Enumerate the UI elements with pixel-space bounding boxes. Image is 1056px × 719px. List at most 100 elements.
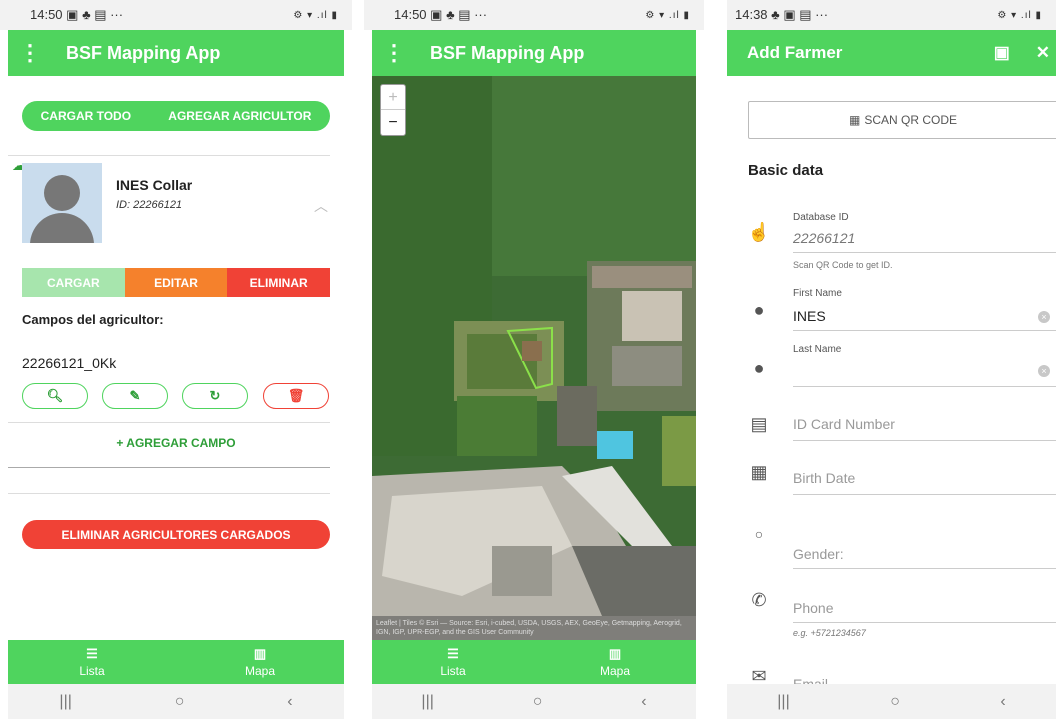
delete-loaded-farmers-button[interactable]: ELIMINAR AGRICULTORES CARGADOS: [22, 520, 330, 549]
scan-qr-label: SCAN QR CODE: [864, 113, 958, 127]
field-placeholder: ID Card Number: [793, 416, 895, 432]
edit-button[interactable]: EDITAR: [124, 268, 228, 297]
home-icon[interactable]: ○: [533, 693, 543, 711]
field-underline: [793, 440, 1056, 441]
status-icons-right: ⚙ ▾ .ıl ▮: [293, 9, 338, 21]
nav-label: Lista: [79, 664, 105, 678]
database-id-value: 22266121: [793, 230, 856, 246]
field-placeholder: Phone: [793, 600, 834, 616]
add-farmer-button[interactable]: AGREGAR AGRICULTOR: [168, 109, 311, 123]
clear-icon[interactable]: ×: [1038, 365, 1050, 377]
status-bar: 14:50 ▣ ♣ ▤ ··· ⚙ ▾ .ıl ▮: [0, 0, 352, 30]
back-icon[interactable]: ‹: [287, 693, 292, 711]
search-icon: 🔍︎: [46, 388, 64, 403]
screen-map: 14:50 ▣ ♣ ▤ ··· ⚙ ▾ .ıl ▮ ⋮ BSF Mapping …: [364, 0, 704, 719]
menu-icon[interactable]: ⋮: [372, 40, 416, 66]
section-heading: Basic data: [748, 162, 824, 179]
back-icon[interactable]: ‹: [641, 693, 646, 711]
home-icon[interactable]: ○: [890, 693, 900, 711]
nav-list-tab[interactable]: ☰ Lista: [8, 640, 176, 684]
fingerprint-icon: ☝: [747, 222, 771, 242]
status-icons-right: ⚙ ▾ .ıl ▮: [997, 9, 1042, 21]
field-underline: [793, 622, 1056, 623]
status-icons-right: ⚙ ▾ .ıl ▮: [645, 9, 690, 21]
home-icon[interactable]: ○: [175, 693, 185, 711]
farmer-id: ID: 22266121: [116, 199, 183, 211]
nav-map-tab[interactable]: ▥ Mapa: [176, 640, 344, 684]
map-attribution: Leaflet | Tiles © Esri — Source: Esri, i…: [372, 616, 696, 640]
view-field-button[interactable]: 🔍︎: [22, 383, 88, 409]
screen-add-farmer: 14:38 ♣ ▣ ▤ ··· ⚙ ▾ .ıl ▮ Add Farmer ▣ ✕…: [727, 0, 1056, 719]
field-placeholder: Gender:: [793, 546, 844, 562]
app-title: BSF Mapping App: [66, 42, 221, 63]
zoom-control: + −: [380, 84, 406, 136]
gender-icon: ○: [754, 526, 764, 542]
field-label: Last Name: [793, 344, 842, 355]
field-underline: [793, 494, 1056, 495]
divider: [8, 467, 330, 468]
person-icon: ●: [753, 358, 765, 378]
top-button-group: CARGAR TODO AGREGAR AGRICULTOR: [22, 101, 330, 131]
farmer-name: INES Collar: [116, 177, 193, 193]
status-icons-left: ▣ ♣ ▤ ···: [430, 7, 488, 22]
divider: [8, 493, 330, 494]
avatar: [22, 163, 102, 243]
map-imagery: [372, 76, 696, 640]
avatar-body: [30, 213, 94, 243]
refresh-field-button[interactable]: ↻: [182, 383, 248, 409]
status-icons-left: ▣ ♣ ▤ ···: [66, 7, 124, 22]
id-card-icon: ▤: [750, 414, 768, 434]
trash-icon: 🗑︎: [287, 388, 305, 403]
status-bar: 14:50 ▣ ♣ ▤ ··· ⚙ ▾ .ıl ▮: [364, 0, 704, 30]
field-underline: [793, 252, 1056, 253]
recents-icon[interactable]: |||: [777, 693, 789, 711]
list-icon: ☰: [86, 646, 98, 661]
system-nav-bar: ||| ○ ‹: [727, 684, 1056, 719]
satellite-map[interactable]: + − Leaflet | Tiles © Esri — Source: Esr…: [372, 76, 696, 640]
add-field-button[interactable]: + AGREGAR CAMPO: [0, 436, 352, 450]
field-hint: Scan QR Code to get ID.: [793, 260, 893, 270]
scan-qr-button[interactable]: ▦ SCAN QR CODE: [748, 101, 1056, 139]
field-underline: [793, 568, 1056, 569]
load-all-button[interactable]: CARGAR TODO: [41, 109, 131, 123]
nav-list-tab[interactable]: ☰ Lista: [372, 640, 534, 684]
list-icon: ☰: [447, 646, 459, 661]
close-icon[interactable]: ✕: [1036, 43, 1050, 63]
divider: [8, 422, 330, 423]
save-icon[interactable]: ▣: [994, 43, 1010, 63]
load-button[interactable]: CARGAR: [22, 268, 125, 297]
recents-icon[interactable]: |||: [421, 693, 433, 711]
fields-heading: Campos del agricultor:: [22, 312, 164, 327]
qr-code-icon: ▦: [848, 113, 861, 127]
back-icon[interactable]: ‹: [1000, 693, 1005, 711]
calendar-icon: ▦: [750, 462, 768, 482]
recents-icon[interactable]: |||: [59, 693, 71, 711]
screen-farmer-list: 14:50 ▣ ♣ ▤ ··· ⚙ ▾ .ıl ▮ ⋮ BSF Mapping …: [0, 0, 352, 719]
map-icon: ▥: [608, 646, 622, 661]
refresh-icon: ↻: [209, 388, 221, 403]
zoom-in-button[interactable]: +: [381, 85, 405, 110]
nav-label: Lista: [440, 664, 466, 678]
field-underline: [793, 330, 1056, 331]
person-icon: ●: [753, 300, 765, 320]
nav-label: Mapa: [599, 664, 631, 678]
field-label: Database ID: [793, 212, 849, 223]
bottom-nav: ☰ Lista ▥ Mapa: [8, 640, 344, 684]
menu-icon[interactable]: ⋮: [8, 40, 52, 66]
field-name: 22266121_0Kk: [22, 355, 117, 371]
edit-field-button[interactable]: ✎: [102, 383, 168, 409]
zoom-out-button[interactable]: −: [381, 110, 405, 135]
field-hint: e.g. +5721234567: [793, 628, 866, 638]
divider: [8, 155, 330, 156]
clear-icon[interactable]: ×: [1038, 311, 1050, 323]
app-bar: ⋮ BSF Mapping App: [372, 30, 696, 76]
delete-button[interactable]: ELIMINAR: [227, 268, 331, 297]
delete-field-button[interactable]: 🗑︎: [263, 383, 329, 409]
farmer-actions: CARGAR EDITAR ELIMINAR: [22, 268, 331, 297]
nav-map-tab[interactable]: ▥ Mapa: [534, 640, 696, 684]
app-bar: Add Farmer ▣ ✕: [727, 30, 1056, 76]
chevron-up-icon[interactable]: ︿: [314, 196, 328, 216]
status-icons-left: ♣ ▣ ▤ ···: [771, 7, 829, 22]
status-time: 14:50: [30, 7, 63, 22]
system-nav-bar: ||| ○ ‹: [8, 684, 344, 719]
